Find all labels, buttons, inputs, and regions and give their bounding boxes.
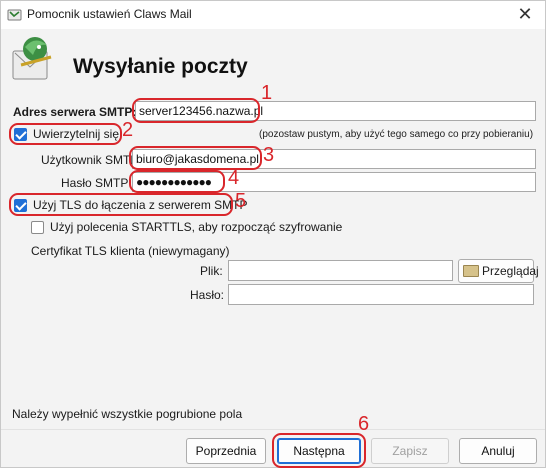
annotation-number-4: 4 [228, 167, 240, 189]
auth-label: Uwierzytelnij się [33, 127, 120, 141]
certificate-section-label: Certyfikat TLS klienta (niewymagany) [31, 244, 230, 258]
browse-button-label: Przeglądaj [482, 264, 539, 278]
smtp-server-label: Adres serwera SMTP: [13, 105, 137, 119]
cert-file-label: Plik: [200, 264, 223, 278]
starttls-checkbox[interactable] [31, 221, 44, 234]
window-title: Pomocnik ustawień Claws Mail [27, 7, 192, 21]
tls-checkbox[interactable] [14, 199, 27, 212]
cancel-button[interactable]: Anuluj [459, 438, 537, 464]
cert-password-input[interactable] [228, 284, 534, 305]
browse-button[interactable]: Przeglądaj [458, 259, 539, 283]
cert-password-label: Hasło: [190, 288, 225, 302]
claws-mail-logo-icon [12, 37, 52, 80]
annotation-number-5: 5 [235, 190, 247, 212]
tls-label: Użyj TLS do łączenia z serwerem SMTP [33, 198, 248, 212]
required-fields-note: Należy wypełnić wszystkie pogrubione pol… [12, 407, 243, 421]
folder-icon [463, 265, 479, 277]
title-bar: Pomocnik ustawień Claws Mail ✕ [1, 1, 545, 29]
wizard-window: Pomocnik ustawień Claws Mail ✕ Wysyłanie… [0, 0, 546, 468]
cert-file-input[interactable] [228, 260, 453, 281]
claws-mail-app-icon [7, 9, 22, 21]
auth-checkbox[interactable] [14, 128, 27, 141]
previous-button[interactable]: Poprzednia [186, 438, 266, 464]
next-button[interactable]: Następna [277, 438, 361, 464]
page-heading: Wysyłanie poczty [73, 55, 248, 78]
smtp-password-label: Hasło SMTP: [61, 176, 132, 190]
annotation-number-3: 3 [263, 144, 275, 166]
close-icon[interactable]: ✕ [515, 4, 535, 25]
smtp-user-input[interactable] [132, 149, 536, 169]
annotation-number-6: 6 [358, 413, 370, 435]
save-button[interactable]: Zapisz [371, 438, 449, 464]
starttls-label: Użyj polecenia STARTTLS, aby rozpocząć s… [50, 220, 343, 234]
footer-divider [1, 429, 545, 430]
smtp-user-label: Użytkownik SMTP: [41, 153, 142, 167]
auth-hint: (pozostaw pustym, aby użyć tego samego c… [259, 129, 534, 140]
smtp-server-input[interactable] [135, 101, 536, 121]
smtp-password-input[interactable] [132, 172, 536, 192]
annotation-number-1: 1 [261, 82, 273, 104]
annotation-number-2: 2 [122, 119, 134, 141]
